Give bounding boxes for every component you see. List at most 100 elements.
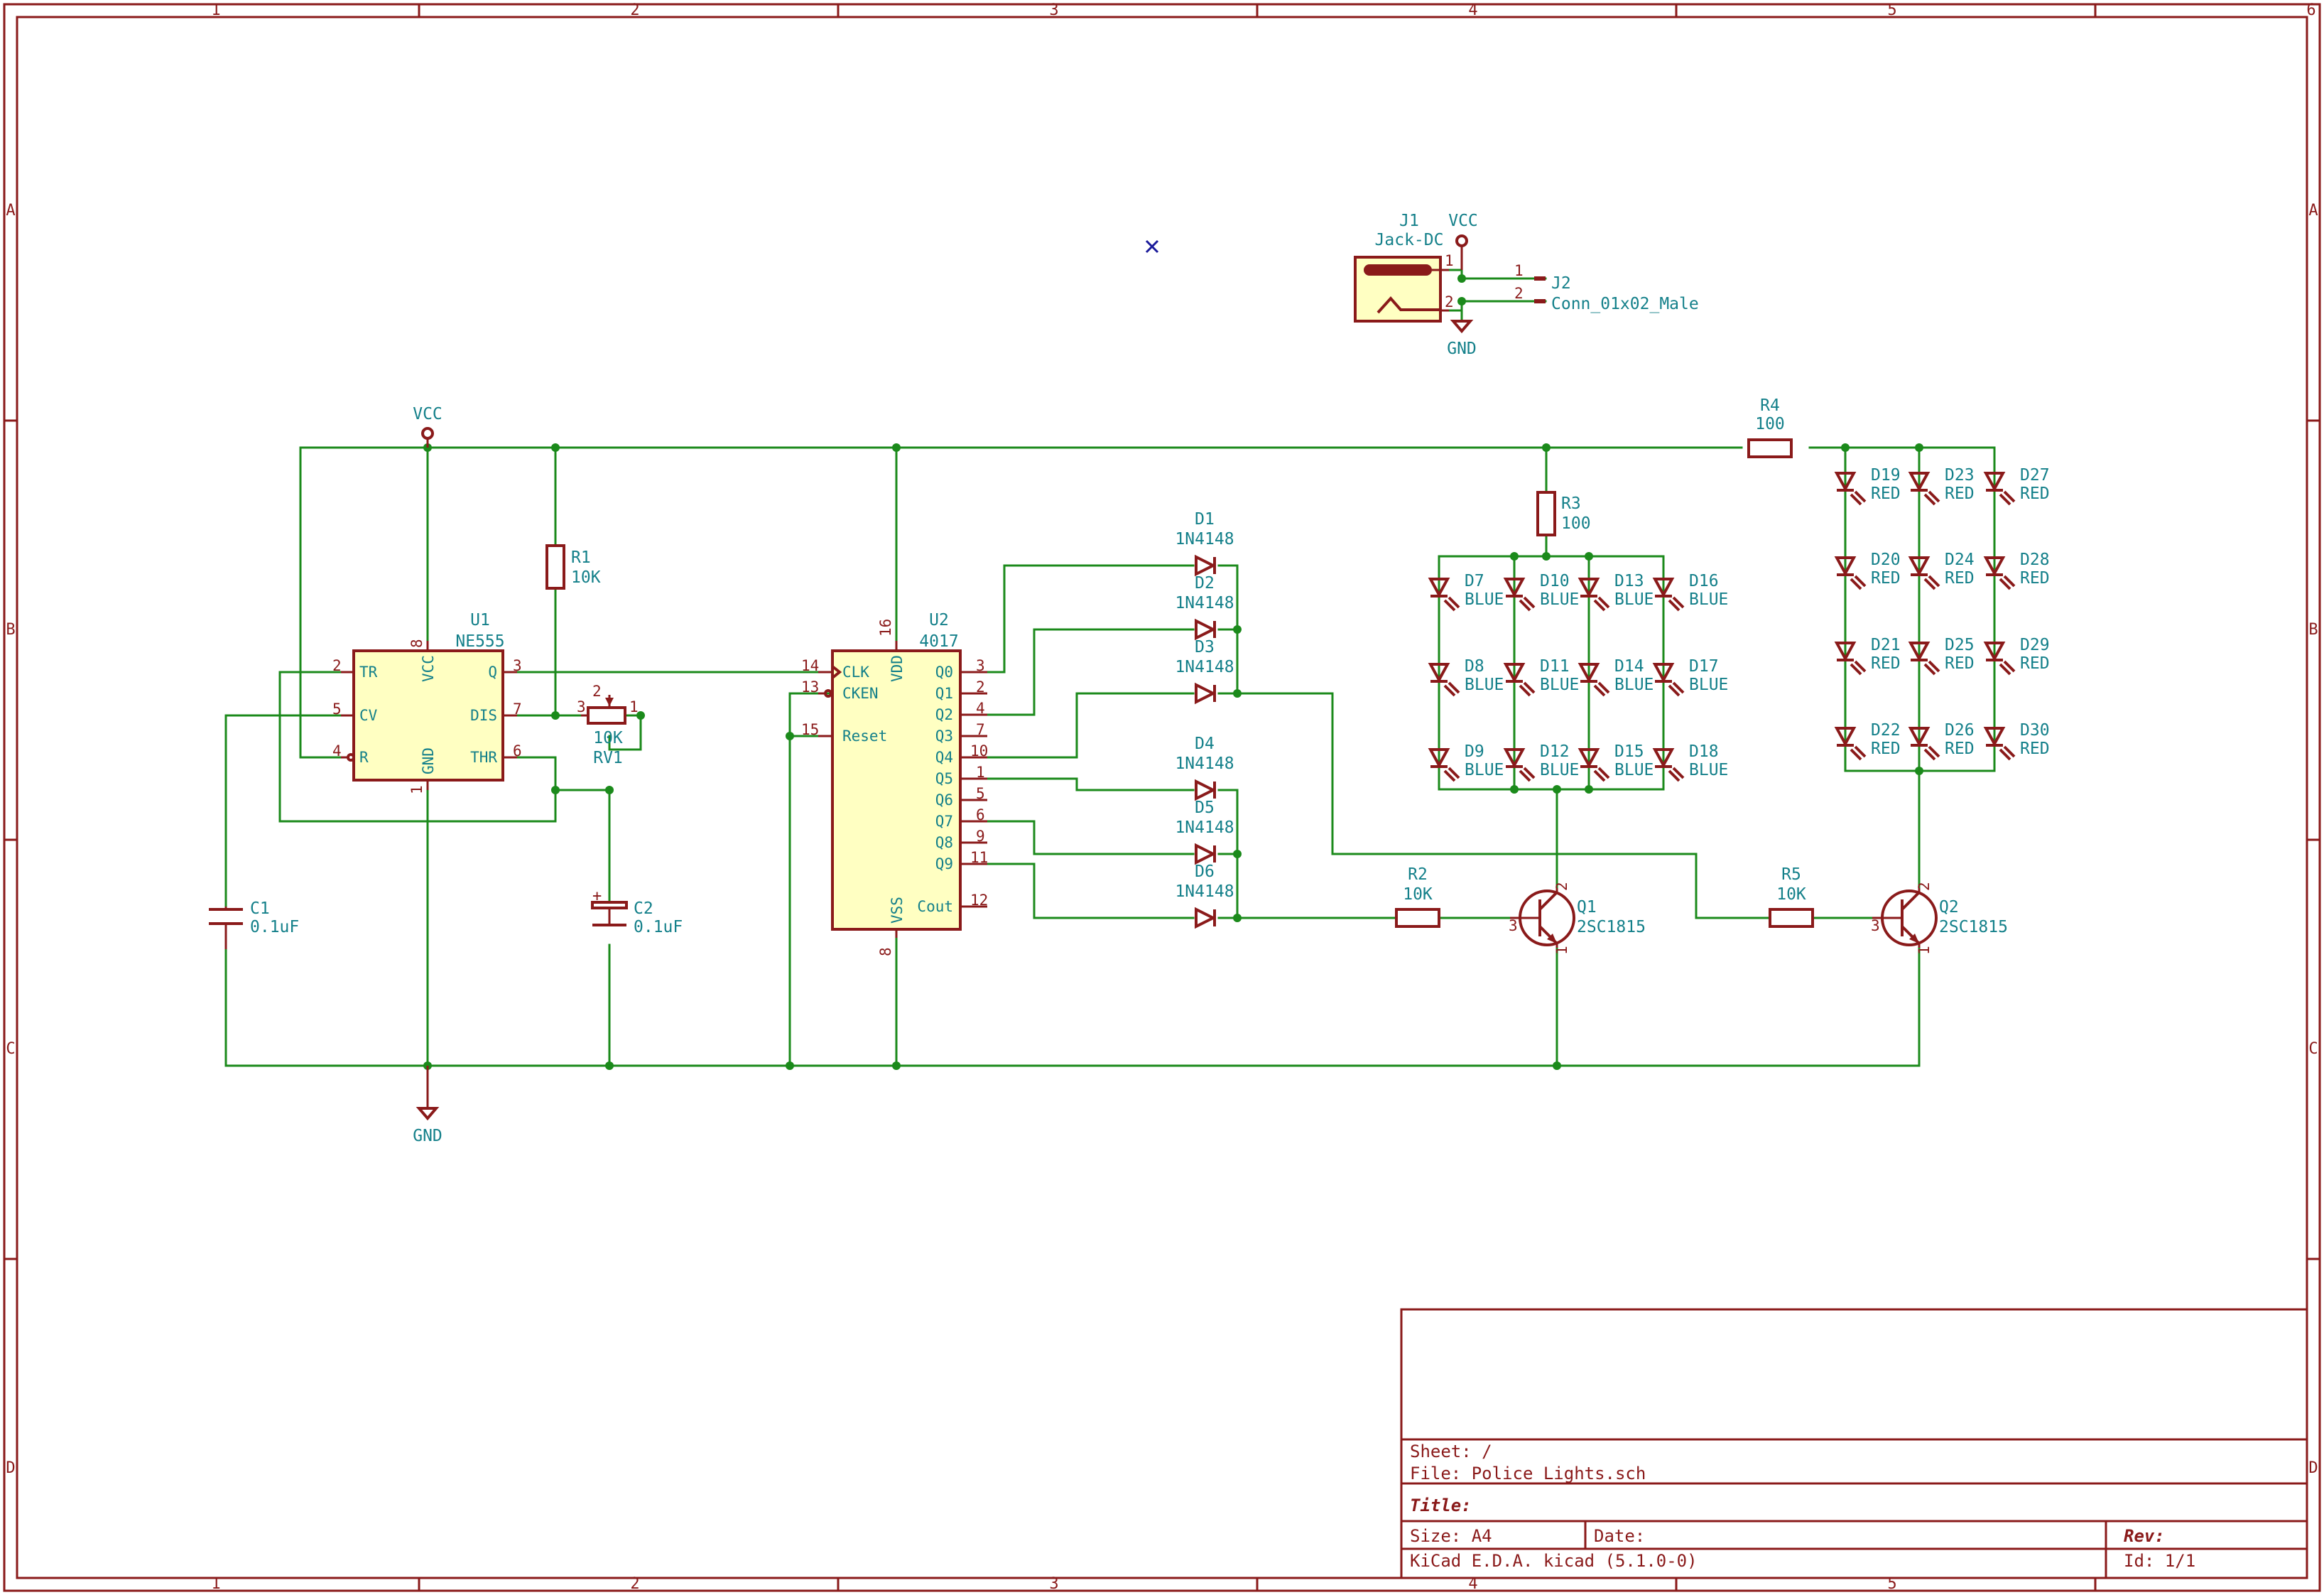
svg-text:1: 1 — [1514, 262, 1524, 279]
svg-text:100: 100 — [1755, 415, 1785, 433]
potentiometer-rv1: 3 2 1 10K RV1 — [577, 683, 639, 767]
svg-text:VCC: VCC — [420, 655, 437, 682]
col-label: 1 — [211, 1, 220, 19]
led-value: RED — [1945, 654, 1975, 673]
row-label: B — [6, 621, 15, 639]
svg-text:2SC1815: 2SC1815 — [1939, 918, 2008, 936]
svg-text:2: 2 — [332, 657, 342, 674]
svg-text:CV: CV — [359, 707, 378, 724]
svg-text:C2: C2 — [634, 899, 653, 918]
led-value: BLUE — [1465, 590, 1504, 609]
svg-text:1N4148: 1N4148 — [1175, 658, 1234, 676]
led-ref: D22 — [1871, 721, 1901, 740]
svg-text:R5: R5 — [1781, 865, 1801, 884]
led-ref: D24 — [1945, 551, 1975, 569]
led-ref: D28 — [2020, 551, 2050, 569]
tb-sheet: Sheet: / — [1410, 1442, 1492, 1461]
resistor-r2: R2 10K — [1395, 865, 1440, 928]
svg-text:1N4148: 1N4148 — [1175, 594, 1234, 612]
svg-text:D1: D1 — [1195, 510, 1215, 529]
led-diode: D9BLUE — [1428, 742, 1504, 782]
svg-text:0.1uF: 0.1uF — [634, 918, 683, 936]
svg-text:+: + — [592, 887, 602, 905]
svg-text:Q3: Q3 — [935, 728, 953, 745]
svg-text:R2: R2 — [1408, 865, 1428, 884]
gnd-symbol: GND — [413, 1066, 442, 1145]
blue-led-array: D7BLUED8BLUED9BLUED10BLUED11BLUED12BLUED… — [1428, 572, 1728, 782]
led-ref: D23 — [1945, 466, 1975, 485]
led-diode: D13BLUE — [1578, 572, 1654, 612]
led-ref: D8 — [1465, 657, 1484, 676]
svg-text:Reset: Reset — [842, 728, 887, 745]
led-ref: D13 — [1614, 572, 1644, 590]
svg-text:1N4148: 1N4148 — [1175, 755, 1234, 773]
svg-text:12: 12 — [970, 892, 988, 909]
svg-text:R3: R3 — [1561, 494, 1581, 513]
tb-id: Id: 1/1 — [2124, 1551, 2195, 1571]
led-ref: D25 — [1945, 636, 1975, 654]
col-label: 5 — [1887, 1, 1896, 19]
led-value: BLUE — [1614, 590, 1654, 609]
diodes-1n4148: D1 1N4148 D2 1N4148 D3 1N4148 D4 1N4148 … — [1175, 510, 1234, 929]
svg-text:Q1: Q1 — [1577, 898, 1597, 917]
led-ref: D21 — [1871, 636, 1901, 654]
svg-text:6: 6 — [513, 742, 522, 759]
svg-text:J1: J1 — [1399, 212, 1419, 230]
svg-text:2: 2 — [592, 683, 602, 700]
svg-text:VCC: VCC — [413, 405, 442, 423]
svg-text:2: 2 — [976, 678, 985, 696]
svg-text:VDD: VDD — [889, 655, 906, 682]
led-value: RED — [2020, 569, 2050, 588]
svg-text:R4: R4 — [1760, 396, 1780, 415]
led-ref: D10 — [1540, 572, 1570, 590]
svg-text:Q2: Q2 — [1939, 898, 1959, 917]
svg-text:U1: U1 — [470, 611, 490, 629]
svg-text:R1: R1 — [571, 548, 591, 567]
schematic-sheet: 1 2 3 4 5 6 1 2 3 4 5 A B C D A B C D Sh… — [3, 1, 2321, 1593]
svg-text:6: 6 — [976, 806, 985, 823]
svg-text:Q6: Q6 — [935, 791, 953, 809]
resistor-r1: R1 10K — [545, 544, 601, 590]
svg-text:GND: GND — [420, 747, 437, 774]
svg-text:3: 3 — [577, 698, 586, 715]
led-ref: D27 — [2020, 466, 2050, 485]
led-ref: D19 — [1871, 466, 1901, 485]
tb-date: Date: — [1594, 1526, 1645, 1546]
svg-text:1N4148: 1N4148 — [1175, 530, 1234, 548]
row-label: A — [2308, 202, 2318, 220]
svg-text:100: 100 — [1561, 514, 1591, 533]
led-value: BLUE — [1689, 590, 1728, 609]
svg-text:1: 1 — [1445, 252, 1454, 269]
svg-text:10K: 10K — [593, 729, 623, 747]
svg-text:2: 2 — [1916, 882, 1933, 891]
svg-text:1N4148: 1N4148 — [1175, 882, 1234, 901]
transistor-q2: 3 2 1 Q2 2SC1815 — [1871, 882, 2008, 955]
svg-text:2SC1815: 2SC1815 — [1577, 918, 1646, 936]
led-value: BLUE — [1540, 676, 1579, 694]
svg-text:10: 10 — [970, 742, 988, 759]
svg-text:RV1: RV1 — [593, 749, 623, 767]
svg-text:Q9: Q9 — [935, 855, 953, 872]
led-value: RED — [1871, 740, 1901, 758]
svg-text:Q4: Q4 — [935, 749, 953, 766]
tb-rev: Rev: — [2124, 1526, 2165, 1546]
capacitor-c1: C1 0.1uF — [209, 899, 299, 949]
title-block: Sheet: / File: Police Lights.sch Title: … — [1400, 1308, 2308, 1579]
col-label: 1 — [211, 1575, 220, 1593]
svg-text:Q7: Q7 — [935, 813, 953, 830]
col-label: 6 — [2306, 1, 2315, 19]
row-label: C — [2308, 1040, 2318, 1058]
svg-text:10K: 10K — [1776, 885, 1806, 904]
svg-text:14: 14 — [801, 657, 819, 674]
led-value: BLUE — [1540, 590, 1579, 609]
led-ref: D20 — [1871, 551, 1901, 569]
led-ref: D9 — [1465, 742, 1484, 761]
svg-text:1: 1 — [629, 698, 639, 715]
led-ref: D26 — [1945, 721, 1975, 740]
tb-file: File: Police Lights.sch — [1410, 1464, 1646, 1483]
led-value: BLUE — [1465, 761, 1504, 779]
led-value: BLUE — [1689, 761, 1728, 779]
red-led-array: D19REDD20REDD21REDD22REDD23REDD24REDD25R… — [1834, 466, 2050, 761]
led-ref: D12 — [1540, 742, 1570, 761]
led-value: RED — [1945, 485, 1975, 503]
